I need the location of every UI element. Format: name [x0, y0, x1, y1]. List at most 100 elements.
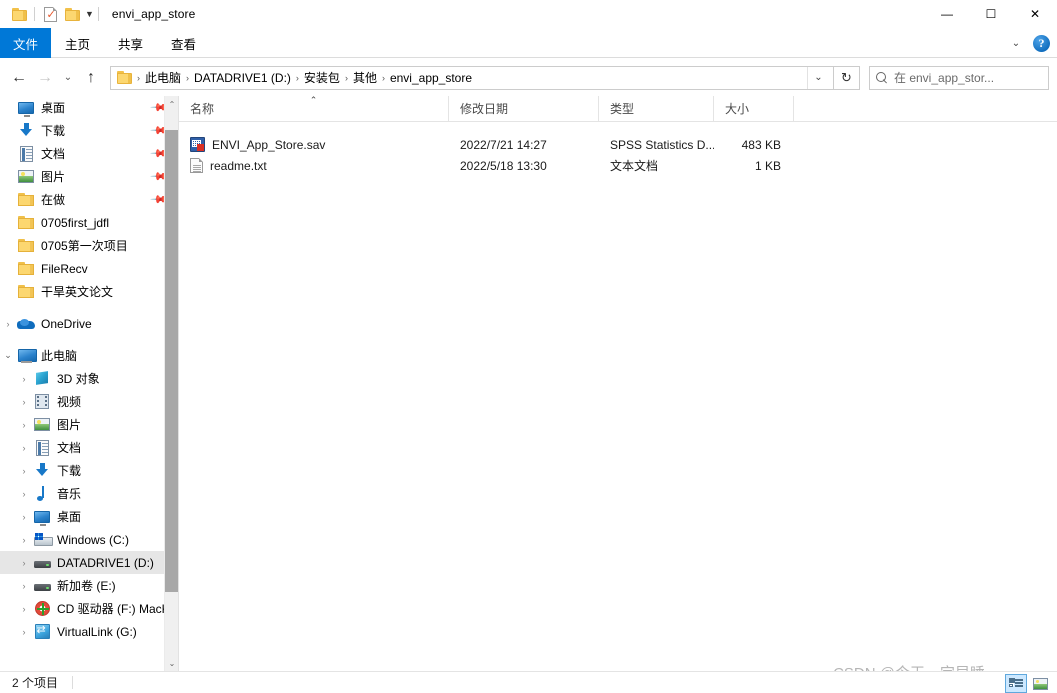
chevron-down-icon[interactable]: ⌄: [0, 350, 16, 361]
refresh-button[interactable]: ↻: [834, 65, 860, 90]
breadcrumb[interactable]: › 此电脑 › DATADRIVE1 (D:) › 安装包 › 其他 › env…: [110, 65, 834, 90]
chevron-right-icon[interactable]: ›: [16, 604, 32, 614]
ribbon-tab-bar: 文件 主页 共享 查看 ⌄ ?: [0, 28, 1057, 58]
chevron-right-icon[interactable]: ›: [16, 489, 32, 499]
3d-objects-icon: [32, 370, 52, 387]
sidebar-item-pictures[interactable]: 图片 📌: [0, 165, 178, 188]
file-size: 1 KB: [754, 158, 781, 173]
sidebar-item-desktop-pc[interactable]: › 桌面: [0, 505, 178, 528]
chevron-right-icon[interactable]: ›: [16, 443, 32, 453]
sidebar-item-zaizuo[interactable]: 在做 📌: [0, 188, 178, 211]
details-view-button[interactable]: [1005, 674, 1027, 693]
scroll-down-arrow-icon[interactable]: ⌄: [165, 655, 178, 671]
navigation-pane-scrollbar[interactable]: ⌃ ⌄: [164, 96, 178, 671]
column-header-type[interactable]: 类型: [599, 95, 714, 122]
tab-home[interactable]: 主页: [51, 28, 104, 58]
recent-locations-chevron-down-icon[interactable]: ⌄: [58, 65, 78, 91]
chevron-right-icon[interactable]: ›: [16, 466, 32, 476]
sidebar-item-new-volume-e[interactable]: › 新加卷 (E:): [0, 574, 178, 597]
column-header-date-modified[interactable]: 修改日期: [449, 95, 599, 122]
tab-view[interactable]: 查看: [157, 28, 210, 58]
scrollbar-thumb[interactable]: [165, 130, 178, 592]
file-name: ENVI_App_Store.sav: [212, 137, 326, 152]
sidebar-item-label: 在做: [41, 193, 66, 207]
close-button[interactable]: ✕: [1013, 0, 1057, 28]
chevron-right-icon[interactable]: ›: [0, 319, 16, 329]
sidebar-item-label: 下载: [41, 124, 66, 138]
column-header-size[interactable]: 大小: [714, 95, 794, 122]
table-row[interactable]: ENVI_App_Store.sav 2022/7/21 14:27 SPSS …: [179, 134, 1057, 155]
sidebar-item-label: 文档: [41, 147, 66, 161]
back-button[interactable]: ←: [6, 65, 32, 91]
properties-icon: ✓: [43, 6, 57, 22]
maximize-button[interactable]: ☐: [969, 0, 1013, 28]
folder-icon: [16, 214, 36, 231]
sidebar-item-onedrive[interactable]: › OneDrive: [0, 312, 178, 335]
sidebar-item-music[interactable]: › 音乐: [0, 482, 178, 505]
ribbon-expand-chevron-down-icon[interactable]: ⌄: [1005, 38, 1027, 49]
sidebar-item-0705-first-project[interactable]: 0705第一次项目: [0, 234, 178, 257]
chevron-right-icon[interactable]: ›: [16, 374, 32, 384]
sidebar-item-desktop[interactable]: 桌面 📌: [0, 96, 178, 119]
search-input-value: 在 envi_app_stor...: [894, 71, 995, 85]
sidebar-item-virtuallink-g[interactable]: › VirtualLink (G:): [0, 620, 178, 643]
forward-button: →: [37, 68, 53, 86]
sidebar-item-label: 图片: [41, 170, 66, 184]
minimize-button[interactable]: —: [925, 0, 969, 28]
qat-new-folder-button[interactable]: [61, 3, 83, 25]
chevron-right-icon[interactable]: ›: [16, 420, 32, 430]
table-row[interactable]: readme.txt 2022/5/18 13:30 文本文档 1 KB: [179, 155, 1057, 176]
sidebar-item-pictures-pc[interactable]: › 图片: [0, 413, 178, 436]
breadcrumb-item-3[interactable]: 其他: [349, 69, 381, 86]
sidebar-item-downloads[interactable]: 下载 📌: [0, 119, 178, 142]
file-name-cell: ENVI_App_Store.sav: [179, 137, 449, 152]
breadcrumb-item-2[interactable]: 安装包: [300, 69, 344, 86]
chevron-right-icon[interactable]: ›: [16, 397, 32, 407]
main-content: 桌面 📌 下载 📌 文档 📌 图片 📌 在做 📌 0705first_jdfl …: [0, 95, 1057, 671]
tab-share[interactable]: 共享: [104, 28, 157, 58]
sidebar-item-0705first-jdfl[interactable]: 0705first_jdfl: [0, 211, 178, 234]
qat-properties-button[interactable]: ✓: [39, 3, 61, 25]
chevron-right-icon[interactable]: ›: [16, 512, 32, 522]
pictures-icon: [16, 168, 36, 185]
sidebar-item-downloads-pc[interactable]: › 下载: [0, 459, 178, 482]
search-input[interactable]: 在 envi_app_stor...: [869, 65, 1049, 90]
help-icon[interactable]: ?: [1033, 34, 1050, 52]
qat-folder-button[interactable]: [8, 3, 30, 25]
desktop-icon: [16, 99, 36, 117]
breadcrumb-item-0[interactable]: 此电脑: [141, 69, 185, 86]
file-size: 483 KB: [741, 137, 781, 152]
folder-icon: [11, 7, 27, 21]
sidebar-item-documents[interactable]: 文档 📌: [0, 142, 178, 165]
column-header-name[interactable]: 名称 ⌃: [179, 95, 449, 122]
file-type: 文本文档: [610, 159, 659, 173]
sidebar-item-label: 音乐: [57, 487, 82, 501]
sidebar-item-drought-papers[interactable]: 干旱英文论文: [0, 280, 178, 303]
documents-icon: [16, 145, 36, 162]
chevron-right-icon[interactable]: ›: [16, 558, 32, 568]
file-date: 2022/5/18 13:30: [460, 158, 547, 173]
breadcrumb-dropdown-chevron-down-icon[interactable]: ⌄: [807, 66, 829, 89]
chevron-right-icon[interactable]: ›: [16, 627, 32, 637]
sidebar-item-cd-drive-f[interactable]: › CD 驱动器 (F:) MacKM: [0, 597, 178, 620]
up-button[interactable]: ↑: [78, 65, 104, 91]
sidebar-item-this-pc[interactable]: ⌄ 此电脑: [0, 344, 178, 367]
qat-dropdown-chevron-down-icon[interactable]: ▼: [85, 9, 94, 19]
sidebar-item-filerecv[interactable]: FileRecv: [0, 257, 178, 280]
sidebar-item-label: 新加卷 (E:): [57, 579, 116, 593]
sidebar-item-label: OneDrive: [41, 316, 92, 331]
chevron-right-icon[interactable]: ›: [16, 581, 32, 591]
sidebar-item-videos[interactable]: › 视频: [0, 390, 178, 413]
sidebar-item-documents-pc[interactable]: › 文档: [0, 436, 178, 459]
sidebar-item-3d-objects[interactable]: › 3D 对象: [0, 367, 178, 390]
download-icon: [16, 122, 36, 139]
breadcrumb-item-4[interactable]: envi_app_store: [386, 71, 476, 85]
tab-file[interactable]: 文件: [0, 28, 52, 58]
breadcrumb-item-1[interactable]: DATADRIVE1 (D:): [190, 71, 295, 85]
sidebar-item-windows-c[interactable]: › Windows (C:): [0, 528, 178, 551]
scroll-up-arrow-icon[interactable]: ⌃: [165, 96, 178, 112]
sidebar-item-datadrive1-d[interactable]: › DATADRIVE1 (D:): [0, 551, 178, 574]
large-icons-view-button[interactable]: [1029, 674, 1051, 693]
chevron-right-icon[interactable]: ›: [16, 535, 32, 545]
desktop-icon: [32, 508, 52, 526]
